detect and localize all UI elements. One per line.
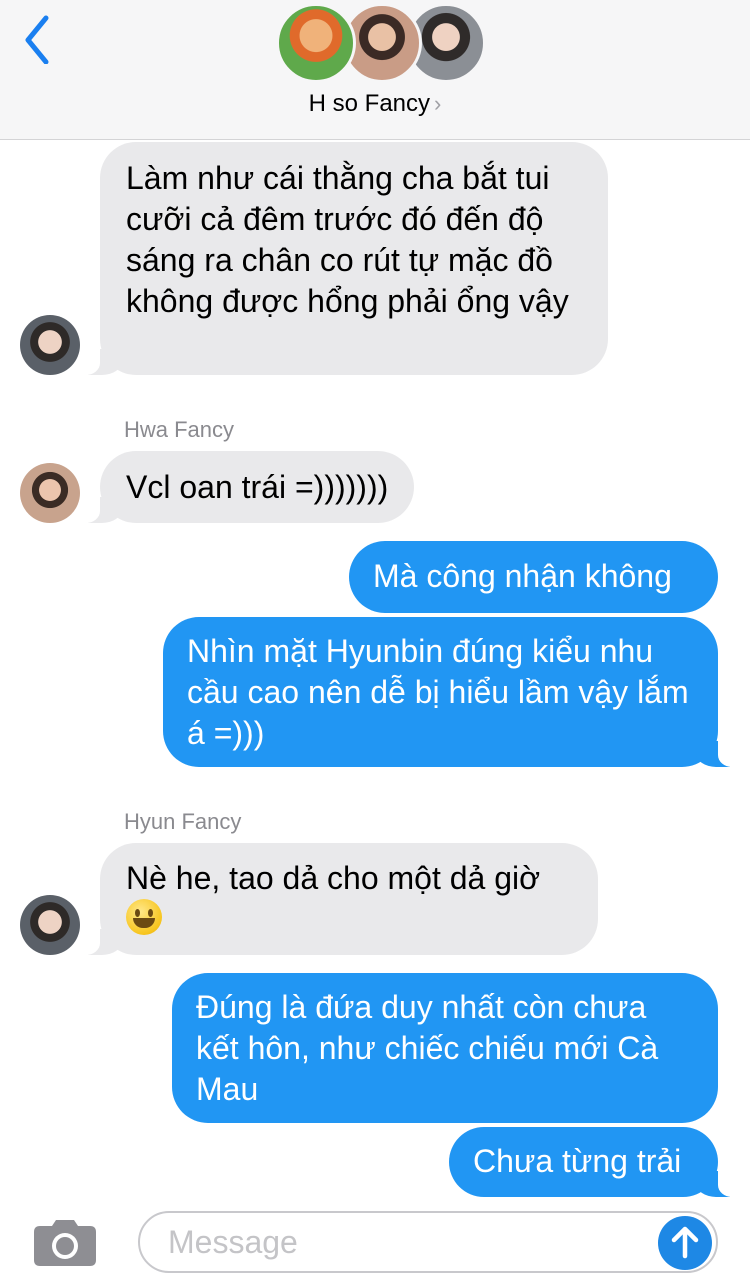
avatar <box>20 895 80 955</box>
group-name-label: H so Fancy <box>308 90 431 117</box>
message-input[interactable] <box>138 1211 718 1273</box>
message-text: Chưa từng trải <box>473 1143 682 1179</box>
avatar <box>276 3 356 83</box>
sender-name: Hwa Fancy <box>124 417 235 442</box>
avatar <box>20 463 80 523</box>
message-bubble-outgoing[interactable]: Mà công nhận không <box>349 541 718 613</box>
message-text: Làm như cái thằng cha bắt tui cưỡi cả đê… <box>126 160 569 319</box>
message-bubble-outgoing[interactable]: Chưa từng trải <box>449 1127 744 1197</box>
message-text: Nè he, tao dả cho một dả giờ <box>126 860 541 896</box>
grinning-face-icon <box>126 899 162 935</box>
conversation-title[interactable]: H so Fancy › <box>0 90 750 118</box>
message-text: Nhìn mặt Hyunbin đúng kiểu nhu cầu cao n… <box>187 633 689 751</box>
message-bubble-outgoing[interactable]: Đúng là đứa duy nhất còn chưa kết hôn, n… <box>172 973 718 1123</box>
conversation-header: H so Fancy › <box>0 0 750 140</box>
chevron-left-icon <box>25 15 49 65</box>
message-text: Mà công nhận không <box>373 558 672 594</box>
group-avatars[interactable] <box>276 3 486 83</box>
compose-bar <box>0 1198 750 1288</box>
message-bubble-incoming[interactable]: Nè he, tao dả cho một dả giờ <box>74 843 598 955</box>
message-list[interactable]: Làm như cái thằng cha bắt tui cưỡi cả đê… <box>0 140 750 1198</box>
message-text: Vcl oan trái =))))))) <box>126 469 389 505</box>
chevron-right-icon: › <box>434 91 442 116</box>
camera-button[interactable] <box>34 1220 96 1266</box>
message-bubble-outgoing[interactable]: Nhìn mặt Hyunbin đúng kiểu nhu cầu cao n… <box>163 617 744 767</box>
back-button[interactable] <box>18 8 62 65</box>
message-bubble-incoming[interactable]: Vcl oan trái =))))))) <box>73 451 415 523</box>
send-button[interactable] <box>658 1216 712 1270</box>
sender-name: Hyun Fancy <box>124 809 242 834</box>
camera-icon <box>34 1220 96 1266</box>
message-text: Đúng là đứa duy nhất còn chưa kết hôn, n… <box>196 989 659 1107</box>
arrow-up-icon <box>671 1226 699 1259</box>
avatar <box>20 315 80 375</box>
message-bubble-incoming[interactable]: Làm như cái thằng cha bắt tui cưỡi cả đê… <box>74 142 608 375</box>
